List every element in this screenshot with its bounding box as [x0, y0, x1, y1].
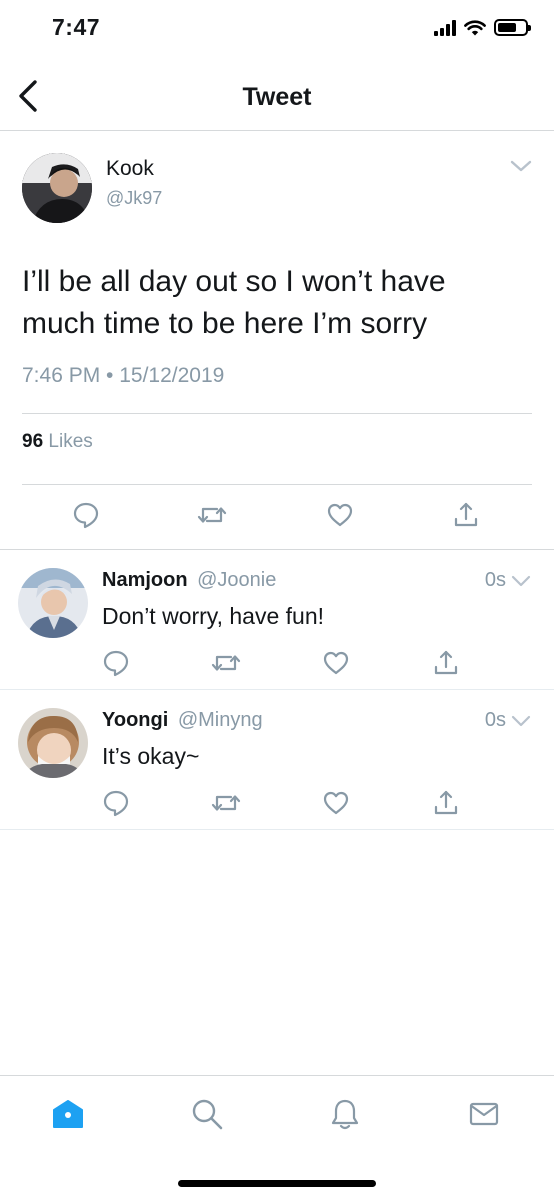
retweet-icon [211, 655, 241, 671]
like-button[interactable] [324, 499, 356, 531]
tab-messages[interactable] [466, 1096, 502, 1132]
tab-notifications[interactable] [327, 1096, 363, 1132]
chevron-down-icon[interactable] [510, 570, 532, 592]
reply-icon [103, 790, 129, 817]
author-handle[interactable]: @Jk97 [106, 188, 162, 209]
status-bar: 7:47 [0, 0, 554, 62]
like-icon [323, 651, 349, 675]
tab-search[interactable] [189, 1096, 225, 1132]
avatar[interactable] [22, 153, 92, 223]
reply-author-name: Namjoon [102, 569, 188, 591]
author-name[interactable]: Kook [106, 157, 154, 181]
tweet-text: I’ll be all day out so I won’t have much… [22, 265, 446, 340]
like-button[interactable] [320, 647, 352, 679]
like-icon [323, 791, 349, 815]
reply-text: Don’t worry, have fun! [102, 603, 325, 629]
likes-count: 96 [22, 431, 44, 452]
reply-author-handle: @Minyng [177, 709, 263, 731]
reply-author-name: Yoongi [102, 709, 169, 731]
share-button[interactable] [450, 499, 482, 531]
reply-button[interactable] [100, 647, 132, 679]
battery-icon [494, 19, 531, 36]
divider [22, 484, 532, 485]
tab-bar [0, 1075, 554, 1200]
tweet-actions [0, 499, 554, 535]
share-button[interactable] [430, 647, 462, 679]
reply-actions [0, 647, 554, 679]
reply-button[interactable] [70, 499, 102, 531]
reply-text: It’s okay~ [102, 743, 200, 769]
reply-author[interactable]: Yoongi @Minyng [102, 709, 263, 732]
share-icon [434, 790, 458, 815]
share-icon [434, 650, 458, 675]
likes-row[interactable]: 96 Likes [22, 431, 93, 453]
messages-icon [469, 1102, 499, 1126]
like-button[interactable] [320, 787, 352, 819]
retweet-icon [197, 507, 227, 523]
chevron-down-icon[interactable] [510, 710, 532, 732]
reply-icon [73, 502, 99, 529]
tab-home[interactable] [50, 1096, 86, 1132]
avatar[interactable] [18, 568, 88, 638]
status-icons [434, 19, 531, 36]
reply-author[interactable]: Namjoon @Joonie [102, 569, 276, 592]
avatar[interactable] [18, 708, 88, 778]
reply-timestamp: 0s [484, 569, 506, 591]
search-icon [192, 1099, 223, 1130]
wifi-icon [464, 20, 486, 36]
reply-button[interactable] [100, 787, 132, 819]
main-tweet: Kook @Jk97 I’ll be all day out so I won’… [0, 131, 554, 550]
tweet-timestamp: 7:46 PM • 15/12/2019 [22, 364, 225, 387]
home-indicator[interactable] [178, 1180, 376, 1187]
like-icon [327, 503, 353, 527]
chevron-down-icon[interactable] [508, 153, 534, 179]
retweet-icon [211, 795, 241, 811]
share-icon [454, 502, 478, 527]
reply-tweet[interactable]: Yoongi @Minyng 0s It’s okay~ [0, 690, 554, 830]
nav-bar: Tweet [0, 62, 554, 131]
retweet-button[interactable] [196, 499, 228, 531]
divider [22, 413, 532, 414]
reply-timestamp: 0s [484, 709, 506, 731]
likes-label: Likes [48, 431, 93, 452]
reply-icon [103, 650, 129, 677]
reply-tweet[interactable]: Namjoon @Joonie 0s Don’t worry, have fun… [0, 550, 554, 690]
notifications-icon [331, 1099, 359, 1130]
retweet-button[interactable] [210, 647, 242, 679]
page-title: Tweet [242, 83, 312, 111]
home-icon [53, 1100, 83, 1128]
share-button[interactable] [430, 787, 462, 819]
status-time: 7:47 [52, 14, 101, 40]
reply-actions [0, 787, 554, 819]
reply-author-handle: @Joonie [197, 569, 277, 591]
retweet-button[interactable] [210, 787, 242, 819]
cellular-signal-icon [434, 19, 456, 36]
